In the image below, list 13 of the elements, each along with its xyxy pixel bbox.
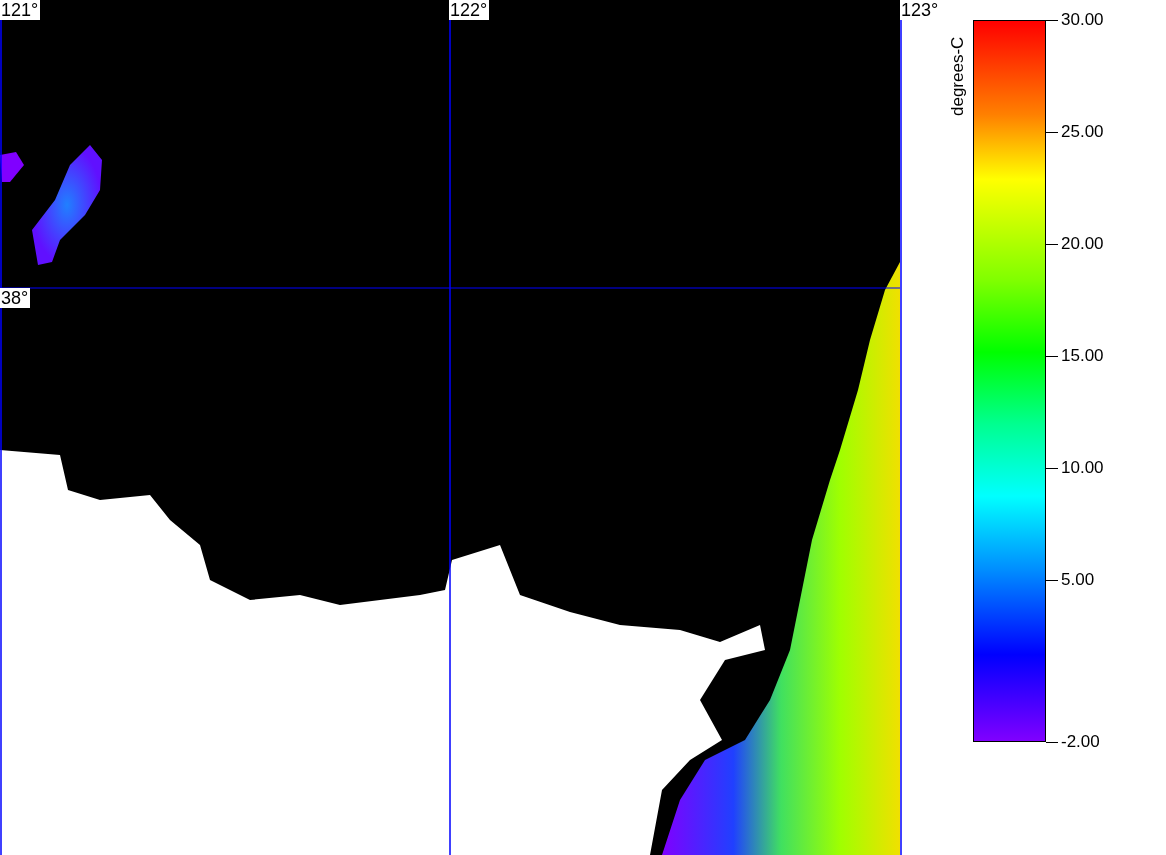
latitude-label: 38° xyxy=(0,288,31,308)
longitude-label: 122° xyxy=(449,0,490,20)
scale-tick-label: 10.00 xyxy=(1061,458,1104,478)
temperature-patch xyxy=(0,152,24,182)
scale-tick-label: 25.00 xyxy=(1061,122,1104,142)
scale-tick-label: 30.00 xyxy=(1061,10,1104,30)
scale-tick-label: -2.00 xyxy=(1061,732,1100,752)
scale-tick-label: 5.00 xyxy=(1061,570,1095,590)
longitude-label: 121° xyxy=(0,0,41,20)
scale-tick-label: 15.00 xyxy=(1061,346,1104,366)
scale-tick-label: 20.00 xyxy=(1061,234,1104,254)
longitude-label: 123° xyxy=(900,0,941,20)
colorbar-title: degrees-C xyxy=(948,35,968,116)
